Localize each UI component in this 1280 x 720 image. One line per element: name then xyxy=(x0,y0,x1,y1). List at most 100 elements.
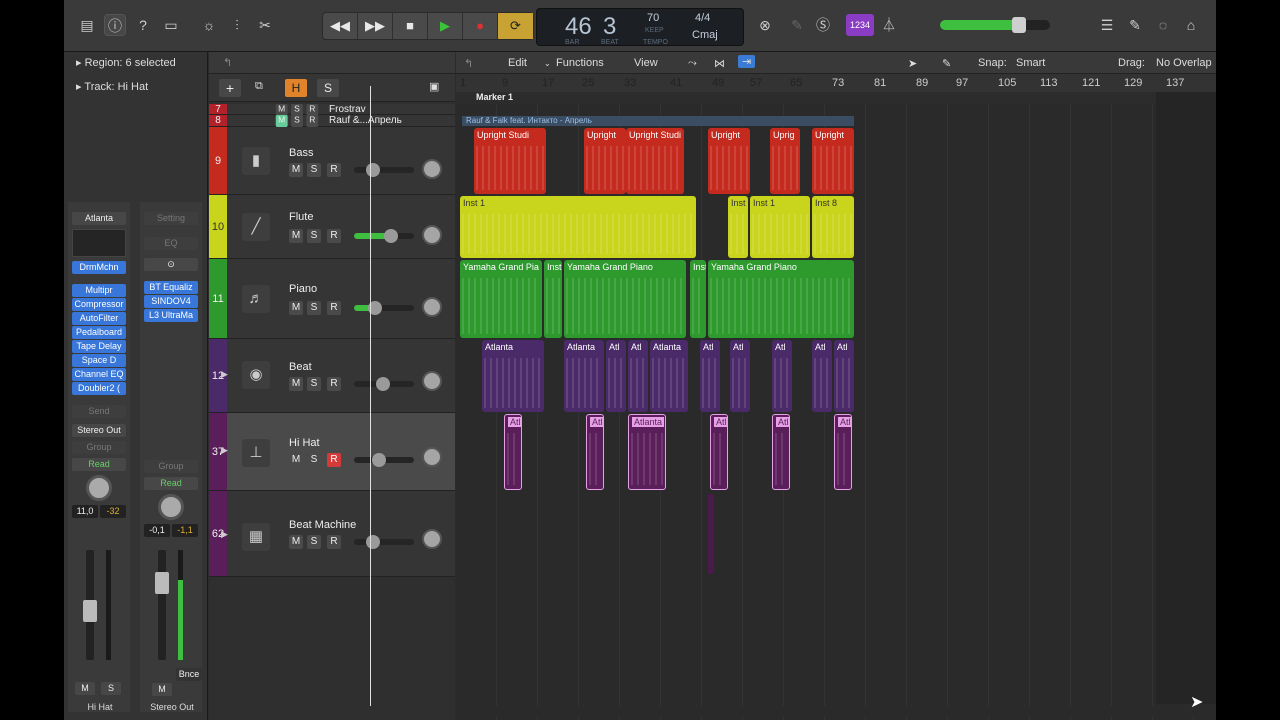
region-flute[interactable]: Inst 1 xyxy=(460,196,696,258)
volume-fader[interactable] xyxy=(155,550,169,660)
volume-handle[interactable] xyxy=(372,453,386,467)
bounce-button[interactable]: Bnce xyxy=(176,668,202,681)
list-editors-icon[interactable]: ☰ xyxy=(1096,14,1118,36)
region-hihat[interactable]: Atl xyxy=(586,414,604,490)
rewind-button[interactable]: ◀◀ xyxy=(323,13,358,39)
track-name[interactable]: Piano xyxy=(289,283,317,295)
mute-button-out[interactable]: M xyxy=(152,683,172,696)
audio-region[interactable]: Rauf & Falk feat. Интакто - Апрель xyxy=(462,116,854,126)
solo-button[interactable]: S xyxy=(307,377,321,391)
solo-button[interactable]: S xyxy=(291,115,303,127)
volume-slider[interactable] xyxy=(354,229,414,243)
smart-controls-icon[interactable]: ☼ xyxy=(198,14,220,36)
pan-knob[interactable] xyxy=(422,371,442,391)
pan-knob[interactable] xyxy=(422,529,442,549)
region-piano[interactable]: Inst xyxy=(544,260,562,338)
send-slot[interactable]: Send xyxy=(72,405,126,418)
plugin-slot-1[interactable]: Multipr xyxy=(72,284,126,297)
snap-select[interactable]: Smart xyxy=(1016,57,1045,69)
functions-menu[interactable]: Functions xyxy=(556,57,604,69)
automation-mode[interactable]: Read xyxy=(72,458,126,471)
lcd-display[interactable]: 46 3 BAR BEAT 70 KEEP TEMPO 4/4 Cmaj xyxy=(536,8,744,46)
track-name[interactable]: Hi Hat xyxy=(289,437,320,449)
global-solo-toggle[interactable]: S xyxy=(317,79,339,97)
record-enable-button[interactable]: R xyxy=(327,163,341,177)
record-enable-button[interactable]: R xyxy=(306,115,319,127)
cycle-button[interactable]: ⟳ xyxy=(498,13,533,39)
plugin-slot-7[interactable]: Channel EQ xyxy=(72,368,126,381)
region-beat[interactable]: Atlanta xyxy=(482,340,544,412)
region-flute[interactable]: Inst 1 xyxy=(750,196,810,258)
region-hihat[interactable]: Atl xyxy=(504,414,522,490)
plugin-slot-2[interactable]: SINDOV4 xyxy=(144,295,198,308)
record-enable-button[interactable]: R xyxy=(327,453,341,467)
setting-button[interactable]: Setting xyxy=(144,212,198,225)
play-button[interactable]: ▶ xyxy=(428,13,463,39)
follow-playhead-icon[interactable]: ⇥ xyxy=(738,55,756,68)
stop-button[interactable]: ■ xyxy=(393,13,428,39)
volume-slider[interactable] xyxy=(354,377,414,391)
duplicate-track-icon[interactable]: ⧉ xyxy=(255,80,263,93)
region-beat[interactable]: Atl xyxy=(700,340,720,412)
region-piano[interactable]: Inst xyxy=(690,260,706,338)
volume-slider[interactable] xyxy=(354,301,414,315)
track-row-bass[interactable]: 9 ▮ Bass MS R xyxy=(209,127,455,195)
track-name[interactable]: Flute xyxy=(289,211,313,223)
record-enable-button[interactable]: R xyxy=(327,301,341,315)
volume-handle[interactable] xyxy=(366,163,380,177)
mute-button[interactable]: M xyxy=(289,377,303,391)
track-name[interactable]: Beat Machine xyxy=(289,519,356,531)
solo-button[interactable]: S xyxy=(101,682,121,695)
region-hihat[interactable]: Atlanta xyxy=(628,414,666,490)
eq-button[interactable]: EQ xyxy=(144,237,198,250)
plugin-slot-8[interactable]: Doubler2 ( xyxy=(72,382,126,395)
automation-mode[interactable]: Read xyxy=(144,477,198,490)
track-name[interactable]: Rauf &...Апрель xyxy=(329,115,402,126)
disclosure-triangle-icon[interactable]: ▶ xyxy=(221,445,228,456)
disclosure-triangle-icon[interactable]: ▶ xyxy=(221,529,228,540)
group-slot[interactable]: Group xyxy=(72,441,126,454)
catch-icon[interactable]: ↰ xyxy=(464,57,473,70)
pan-knob[interactable] xyxy=(86,475,112,501)
solo-button[interactable]: S xyxy=(307,229,321,243)
region-hihat[interactable]: Atl xyxy=(772,414,790,490)
volume-handle[interactable] xyxy=(376,377,390,391)
fader-cap[interactable] xyxy=(83,600,97,622)
region-bass[interactable]: Upright xyxy=(584,128,626,194)
pencil-tool-icon[interactable]: ✎ xyxy=(942,57,951,70)
solo-button[interactable]: S xyxy=(307,453,321,467)
plugin-slot-5[interactable]: Tape Delay xyxy=(72,340,126,353)
solo-button[interactable]: S xyxy=(307,163,321,177)
region-hihat[interactable]: Atl xyxy=(834,414,852,490)
mute-button[interactable]: M xyxy=(289,229,303,243)
output-slot[interactable]: Stereo Out xyxy=(72,424,126,437)
mute-button[interactable]: M xyxy=(289,163,303,177)
track-name[interactable]: Frostrav xyxy=(329,104,366,115)
loop-browser-icon[interactable]: ◌ xyxy=(1152,14,1174,36)
pan-knob[interactable] xyxy=(422,225,442,245)
marker-1[interactable]: Marker 1 xyxy=(476,92,513,102)
pan-knob[interactable] xyxy=(158,494,184,520)
instrument-slot[interactable]: DrmMchn xyxy=(72,261,126,274)
region-beat[interactable]: Atl xyxy=(812,340,832,412)
link-icon[interactable]: ⊙ xyxy=(144,258,198,271)
track-row-flute[interactable]: 10 ╱ Flute MS R xyxy=(209,195,455,259)
region-flute[interactable]: Inst 8 xyxy=(812,196,854,258)
view-menu[interactable]: View xyxy=(634,57,658,69)
library-icon[interactable]: ▤ xyxy=(76,14,98,36)
pan-knob[interactable] xyxy=(422,447,442,467)
forward-button[interactable]: ▶▶ xyxy=(358,13,393,39)
mute-button[interactable]: M xyxy=(75,682,95,695)
edit-menu[interactable]: Edit xyxy=(508,57,527,69)
horizontal-scrollbar[interactable] xyxy=(456,706,1216,716)
add-track-button[interactable]: + xyxy=(219,79,241,97)
solo-button[interactable]: S xyxy=(307,301,321,315)
plugin-slot-4[interactable]: Pedalboard xyxy=(72,326,126,339)
hide-toggle[interactable]: H xyxy=(285,79,307,97)
setting-button[interactable]: Atlanta xyxy=(72,212,126,225)
flex-icon[interactable]: ⤳ xyxy=(688,57,697,70)
track-row-beat-machine[interactable]: 62 ▶ ▦ Beat Machine MS R xyxy=(209,491,455,577)
master-volume-handle[interactable] xyxy=(1012,17,1026,33)
help-icon[interactable]: ? xyxy=(132,14,154,36)
volume-handle[interactable] xyxy=(384,229,398,243)
